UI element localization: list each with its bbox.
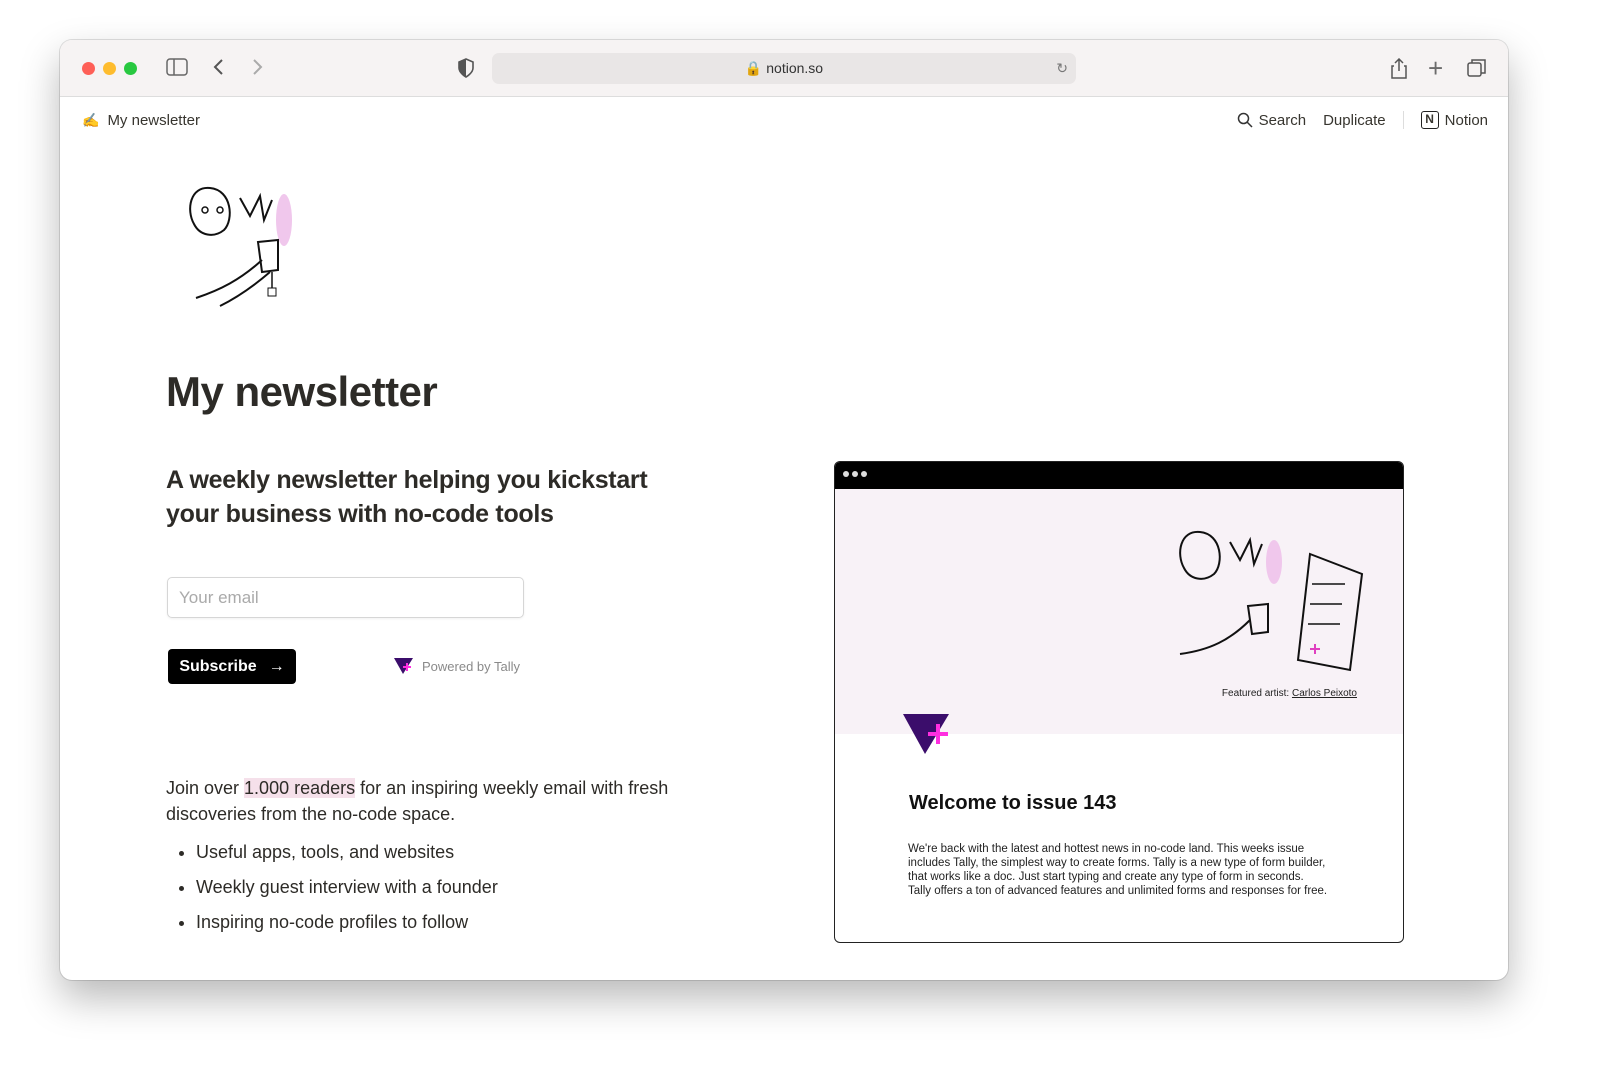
- page-subtitle: A weekly newsletter helping you kickstar…: [166, 466, 648, 528]
- tally-logo-icon: [394, 658, 413, 674]
- preview-illustration: [1179, 530, 1364, 672]
- list-item: Useful apps, tools, and websites: [196, 835, 498, 870]
- minimize-window-button[interactable]: [103, 62, 116, 75]
- privacy-shield-icon[interactable]: [458, 58, 474, 82]
- address-bar[interactable]: 🔒 notion.so ↻: [492, 53, 1076, 84]
- new-tab-icon[interactable]: +: [1428, 55, 1443, 81]
- benefits-list: Useful apps, tools, and websites Weekly …: [196, 835, 498, 940]
- browser-window: 🔒 notion.so ↻ + ✍ My newsletter Search D…: [60, 40, 1508, 980]
- notion-logo-icon: N: [1420, 111, 1439, 129]
- browser-toolbar: 🔒 notion.so ↻ +: [60, 40, 1508, 97]
- breadcrumb[interactable]: ✍ My newsletter: [82, 112, 200, 129]
- preview-title: Welcome to issue 143: [909, 792, 1117, 814]
- join-paragraph: Join over 1.000 readers for an inspiring…: [166, 775, 706, 827]
- notion-label: Notion: [1444, 111, 1488, 129]
- share-icon[interactable]: [1390, 57, 1408, 84]
- list-item: Weekly guest interview with a founder: [196, 870, 498, 905]
- sidebar-toggle-icon[interactable]: [166, 58, 188, 80]
- featured-artist: Featured artist: Carlos Peixoto: [1222, 688, 1357, 699]
- featured-label: Featured artist:: [1221, 688, 1290, 699]
- page-icon: ✍: [82, 112, 100, 128]
- url-text: notion.so: [766, 60, 824, 76]
- preview-window-bar: [835, 462, 1403, 489]
- preview-hero: Featured artist: Carlos Peixoto: [835, 489, 1403, 734]
- powered-by-tally-link[interactable]: Powered by Tally: [394, 657, 520, 675]
- tab-overview-icon[interactable]: [1467, 58, 1487, 82]
- page-title: My newsletter: [166, 368, 438, 415]
- subscribe-button[interactable]: Subscribe →: [168, 649, 296, 684]
- breadcrumb-title: My newsletter: [107, 112, 200, 129]
- readers-highlight: 1.000 readers: [244, 778, 356, 798]
- search-label: Search: [1258, 111, 1307, 129]
- powered-by-label: Powered by Tally: [422, 658, 521, 674]
- search-button[interactable]: Search: [1237, 111, 1307, 129]
- close-window-button[interactable]: [82, 62, 95, 75]
- duplicate-button[interactable]: Duplicate: [1323, 112, 1386, 129]
- reload-icon[interactable]: ↻: [1056, 53, 1068, 84]
- preview-body: We're back with the latest and hottest n…: [908, 843, 1328, 897]
- email-input[interactable]: Your email: [167, 577, 524, 618]
- lock-icon: 🔒: [744, 60, 763, 76]
- back-icon[interactable]: [212, 58, 226, 80]
- arrow-right-icon: →: [268, 657, 285, 675]
- forward-icon[interactable]: [250, 58, 264, 80]
- newsletter-preview: Featured artist: Carlos Peixoto Welcome …: [834, 461, 1404, 943]
- divider: [1402, 111, 1404, 129]
- tally-logo-icon: [903, 714, 949, 754]
- cover-illustration: [189, 186, 292, 307]
- notion-button[interactable]: N Notion: [1420, 111, 1488, 129]
- subscribe-label: Subscribe: [179, 657, 257, 675]
- maximize-window-button[interactable]: [124, 62, 137, 75]
- artist-link[interactable]: Carlos Peixoto: [1292, 688, 1357, 699]
- join-text: Join over: [166, 778, 245, 798]
- search-icon: [1237, 112, 1253, 128]
- list-item: Inspiring no-code profiles to follow: [196, 905, 498, 940]
- notion-topbar: ✍ My newsletter Search Duplicate N Notio…: [60, 97, 1508, 145]
